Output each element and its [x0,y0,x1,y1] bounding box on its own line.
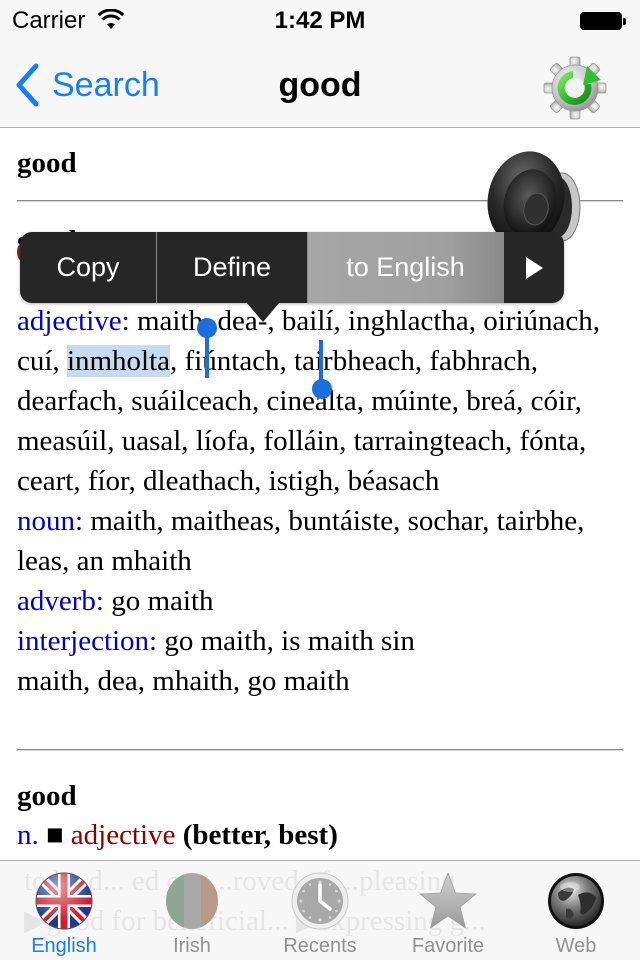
entry-headword: good [17,147,77,179]
pos-label: interjection: [17,625,158,657]
irish-flag-icon [166,873,218,929]
pos-label: adjective [70,819,176,851]
selection-start-bar [205,336,209,378]
play-arrow-icon [525,256,543,279]
tab-irish[interactable]: Irish [128,861,256,960]
battery-full-icon [580,12,626,30]
selection-end-handle[interactable] [312,379,332,399]
copy-menu-item[interactable]: Copy [20,232,157,303]
edit-menu-pointer [246,302,280,322]
tab-label: Irish [173,935,211,957]
definition-text: maith, maitheas, buntáiste, sochar, tair… [17,505,585,577]
back-button[interactable]: Search [14,62,160,108]
gear-refresh-icon[interactable] [542,50,612,120]
definition-interjection: interjection: go maith, is maith sin [17,621,627,661]
definition-extra: maith, dea, mhaith, go maith [17,665,350,697]
navigation-bar: Search good [0,40,640,128]
definition-adjective: adjective: maith, dea-, bailí, inghlacth… [17,301,627,501]
square-bullet: ■ [46,819,64,851]
definition-text: go maith [103,585,214,617]
more-menu-button[interactable] [504,232,564,303]
entry-divider [17,749,623,751]
tab-english[interactable]: English [0,861,128,960]
tab-web[interactable]: Web [512,861,640,960]
selection-start-handle[interactable] [197,318,217,338]
abbr-label: n. [17,819,39,851]
back-button-label: Search [52,65,160,104]
tab-label: English [31,935,97,957]
pos-label: noun: [17,505,84,537]
tab-label: Favorite [411,935,485,957]
entry-grammar-line: n. ■ adjective (better, best) [17,819,338,852]
tab-recents[interactable]: Recents [256,861,384,960]
define-menu-item[interactable]: Define [157,232,308,303]
tab-label: Web [555,935,597,957]
status-bar: Carrier 1:42 PM [0,0,640,40]
definition-noun: noun: maith, maitheas, buntáiste, sochar… [17,501,627,581]
tab-label: Recents [283,935,357,957]
word-forms: (better, best) [182,819,338,851]
chevron-left-icon [16,63,39,107]
tab-favorite[interactable]: Favorite [384,861,512,960]
selected-text[interactable]: inmholta [66,345,171,377]
uk-flag-icon [35,872,93,930]
entry-headword-3: good [17,780,77,812]
globe-icon [548,873,604,929]
edit-menu: Copy Define to English [20,232,564,303]
tab-bar: to be d... ed or a...roved of ...pleasin… [0,860,640,960]
star-icon [419,872,477,929]
definition-text: go maith, is maith sin [157,625,415,657]
definition-adverb: adverb: go maith [17,581,627,621]
status-time: 1:42 PM [274,7,366,34]
clock-icon [291,872,349,930]
pos-label: adverb: [17,585,104,617]
pos-label: adjective: [17,305,130,337]
selection-end-bar [319,340,323,382]
to-english-menu-item[interactable]: to English [308,232,504,303]
